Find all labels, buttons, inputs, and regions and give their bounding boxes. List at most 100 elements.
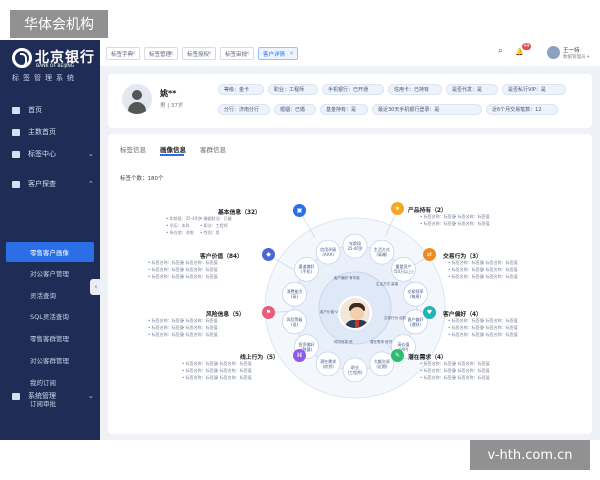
category-tag: 标签名称：标签值: [182, 274, 218, 280]
sidebar-item-2[interactable]: 标签中心 ⌄: [0, 144, 100, 164]
portrait-face: [350, 307, 364, 320]
category-icon: ⇄: [423, 248, 436, 261]
home-icon: [12, 106, 20, 114]
submenu-item-label: 灵活查询: [30, 292, 56, 300]
profile-attribute-tag: 分行：济南分行: [218, 104, 270, 115]
category-tag: 标签名称：标签值: [454, 368, 490, 374]
category-tag: 婚姻状况：已婚: [200, 216, 232, 222]
category-tag: 标签名称：标签值: [448, 267, 484, 273]
ring-node-label: 年龄段 35-40岁: [347, 241, 363, 251]
category-label: 交易行为（3）: [443, 254, 482, 260]
submenu-item-label: SQL灵活查询: [30, 313, 69, 321]
close-icon[interactable]: ×: [169, 50, 174, 57]
profile-attribute-tag: 近6个月交易笔数：12: [486, 104, 558, 115]
submenu-item-7[interactable]: 订阅审批: [0, 393, 100, 413]
inner-ring-note: 交易行为·活跃: [384, 316, 407, 320]
category-tag: 学历：本科: [166, 223, 190, 229]
profile-attribute-tag: 信用卡：已持有: [388, 84, 442, 95]
watermark-top: 华体会机构: [10, 10, 108, 38]
profile-attribute-tag: 是否私行VIP：是: [502, 84, 566, 95]
category-tag: 标签名称：标签值: [420, 221, 456, 227]
category-tag: 年龄段：35-40岁: [166, 216, 202, 222]
profile-attribute-tag: 最近30天手机银行登录：是: [372, 104, 482, 115]
tab-2[interactable]: 标签授权 ×: [182, 47, 216, 60]
category-tag: 标签名称：标签值: [148, 332, 184, 338]
app-frame: 北京银行 BANK OF BEIJING 标签管理系统 首页 主数首页 标签中心 ⌄ 客…: [0, 0, 600, 480]
submenu-item-4[interactable]: 零售客群管理: [0, 328, 100, 348]
category-icon: ⌘: [293, 349, 306, 362]
submenu-item-1[interactable]: 对公客户管理: [0, 263, 100, 283]
category-tag: 标签名称：标签值: [482, 274, 518, 280]
sidebar-item-1[interactable]: 主数首页: [0, 122, 100, 142]
submenu-item-3[interactable]: SQL灵活查询: [0, 306, 100, 326]
search-icon[interactable]: ⌕: [498, 46, 503, 56]
category-tag: 标签名称：标签值: [182, 318, 218, 324]
tab-label: 标签授权: [187, 51, 210, 58]
customer-profile-card: 姚** 男 | 37岁 等级：金卡 职业：工程师 手机银行：已开通 信用卡：已持有 是否…: [108, 74, 592, 128]
category-tag: 标签名称：标签值: [454, 361, 490, 367]
profile-attribute-tag: 婚姻：已婚: [274, 104, 316, 115]
category-tag: 标签名称：标签值: [148, 318, 184, 324]
category-tag: 标签名称：标签值: [448, 325, 484, 331]
sidebar-item-0[interactable]: 首页: [0, 100, 100, 120]
tab-0[interactable]: 标签字典 ×: [106, 47, 140, 60]
tab-3[interactable]: 标签审批 ×: [220, 47, 254, 60]
category-tag: 标签名称：标签值: [420, 214, 456, 220]
close-icon[interactable]: ×: [131, 50, 136, 57]
tab-4[interactable]: 客户详情 ×: [258, 47, 298, 60]
close-icon[interactable]: ×: [207, 50, 212, 57]
submenu-item-6[interactable]: 我的订阅: [0, 372, 100, 392]
profile-attribute-tag: 等级：金卡: [218, 84, 264, 95]
category-icon: ♥: [423, 306, 436, 319]
ring-node-label: 生活方式 (高端): [373, 247, 390, 258]
customer-name: 姚**: [160, 89, 177, 98]
category-icon: ▣: [293, 204, 306, 217]
category-tag: 标签名称：标签值: [182, 375, 218, 381]
ring-node-label: 职业 (工程师): [347, 365, 363, 375]
user-role[interactable]: 数据管理员 ▾: [563, 54, 589, 60]
close-icon[interactable]: ×: [245, 50, 250, 57]
category-icon: ✎: [391, 349, 404, 362]
tab-label: 标签审批: [225, 51, 248, 58]
customer-avatar: [122, 84, 152, 114]
bank-logo-icon: [12, 48, 32, 68]
category-icon: ⚑: [262, 306, 275, 319]
inner-ring-note: 潜在需求·房贷: [370, 340, 393, 344]
bank-logo: 北京银行 BANK OF BEIJING 标签管理系统: [10, 46, 95, 86]
ring-node-label: 信用评级 (AAA): [320, 247, 337, 258]
submenu-item-0[interactable]: 零售客户画像: [0, 242, 100, 262]
user-name[interactable]: 王一持: [563, 46, 580, 54]
chevron-icon: ⌄: [88, 150, 94, 158]
inner-ring-note: 风险信息·低: [334, 340, 353, 344]
close-icon[interactable]: ×: [289, 50, 294, 57]
category-label: 客户偏好（4）: [443, 312, 482, 318]
sidebar-item-3[interactable]: 客户探查 ⌃: [0, 174, 100, 194]
category-tag: 标签名称：标签值: [148, 274, 184, 280]
category-tag: 标签名称：标签值: [182, 267, 218, 273]
notification-badge: 99: [522, 43, 531, 50]
category-tag: 标签名称：标签值: [454, 214, 490, 220]
user-search-icon: [12, 180, 20, 188]
submenu-item-label: 零售客群管理: [30, 335, 69, 343]
category-tag: 标签名称：标签值: [148, 325, 184, 331]
submenu-item-5[interactable]: 对公客群管理: [0, 350, 100, 370]
submenu-item-label: 对公客群管理: [30, 357, 69, 365]
tab-1[interactable]: 标签管理 ×: [144, 47, 178, 60]
category-tag: 标签名称：标签值: [148, 260, 184, 266]
portrait-radar-graphic: [264, 208, 446, 399]
tag-icon: [12, 150, 20, 158]
user-avatar[interactable]: [547, 46, 560, 59]
category-tag: 标签名称：标签值: [216, 375, 252, 381]
submenu-item-2[interactable]: 灵活查询: [0, 285, 100, 305]
category-tag: 标签名称：标签值: [482, 325, 518, 331]
ring-node-label: 风险等级 (低): [286, 316, 303, 327]
tab-label: 标签字典: [111, 51, 134, 58]
top-bar: 标签字典 × 标签管理 × 标签授权 × 标签审批 × 客户详情 × ⌕ 🔔 99 王一持 数据管…: [100, 40, 600, 66]
category-tag: 标签名称：标签值: [482, 318, 518, 324]
ring-node-label: 潜在需求 (房贷): [320, 358, 337, 369]
ring-node-label: 渠道偏好 (手机): [298, 264, 315, 275]
category-tag: 标签名称：标签值: [482, 267, 518, 273]
watermark-bottom: v-hth.com.cn: [470, 440, 590, 470]
category-tag: 标签名称：标签值: [420, 361, 456, 367]
category-tag: 标签名称：标签值: [448, 274, 484, 280]
